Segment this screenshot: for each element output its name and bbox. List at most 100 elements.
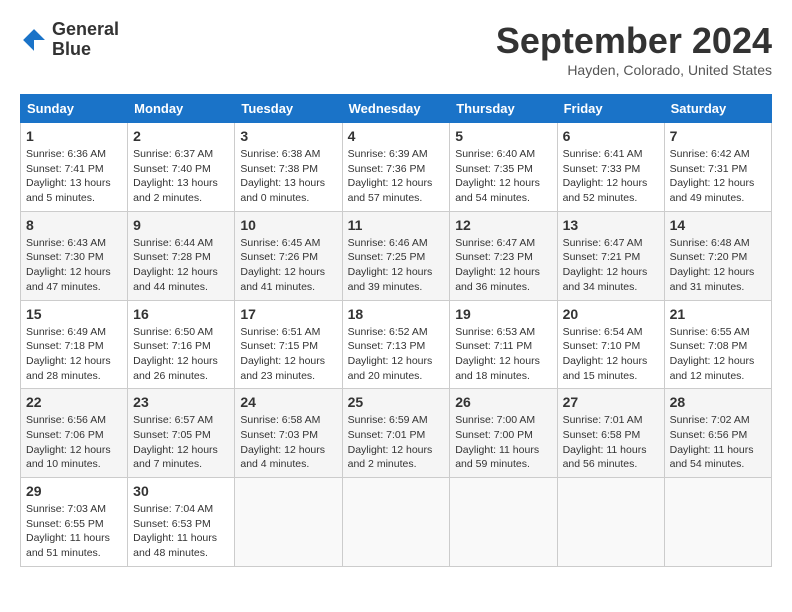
day-number: 10 (240, 217, 336, 233)
day-info: Sunrise: 6:47 AMSunset: 7:21 PMDaylight:… (563, 236, 659, 295)
day-number: 23 (133, 394, 229, 410)
calendar-cell: 10 Sunrise: 6:45 AMSunset: 7:26 PMDayligh… (235, 211, 342, 300)
day-number: 15 (26, 306, 122, 322)
day-info: Sunrise: 6:44 AMSunset: 7:28 PMDaylight:… (133, 236, 229, 295)
calendar-header-thursday: Thursday (450, 95, 557, 123)
calendar-cell (342, 478, 450, 567)
calendar-week-row: 22 Sunrise: 6:56 AMSunset: 7:06 PMDayligh… (21, 389, 772, 478)
calendar-cell: 25 Sunrise: 6:59 AMSunset: 7:01 PMDayligh… (342, 389, 450, 478)
day-number: 20 (563, 306, 659, 322)
day-info: Sunrise: 6:39 AMSunset: 7:36 PMDaylight:… (348, 147, 445, 206)
calendar-cell: 3 Sunrise: 6:38 AMSunset: 7:38 PMDaylight… (235, 123, 342, 212)
day-info: Sunrise: 6:45 AMSunset: 7:26 PMDaylight:… (240, 236, 336, 295)
day-info: Sunrise: 7:04 AMSunset: 6:53 PMDaylight:… (133, 502, 229, 561)
calendar-cell: 8Sunrise: 6:43 AMSunset: 7:30 PMDaylight… (21, 211, 128, 300)
day-number: 28 (670, 394, 766, 410)
calendar-cell: 26 Sunrise: 7:00 AMSunset: 7:00 PMDayligh… (450, 389, 557, 478)
day-info: Sunrise: 6:46 AMSunset: 7:25 PMDaylight:… (348, 236, 445, 295)
day-number: 5 (455, 128, 551, 144)
day-number: 3 (240, 128, 336, 144)
logo-text: General Blue (52, 20, 119, 60)
logo: General Blue (20, 20, 119, 60)
calendar-week-row: 15 Sunrise: 6:49 AMSunset: 7:18 PMDayligh… (21, 300, 772, 389)
day-info: Sunrise: 6:57 AMSunset: 7:05 PMDaylight:… (133, 413, 229, 472)
day-number: 11 (348, 217, 445, 233)
calendar-cell: 21 Sunrise: 6:55 AMSunset: 7:08 PMDayligh… (664, 300, 771, 389)
day-info: Sunrise: 6:42 AMSunset: 7:31 PMDaylight:… (670, 147, 766, 206)
day-number: 2 (133, 128, 229, 144)
calendar-cell: 18Sunrise: 6:52 AMSunset: 7:13 PMDayligh… (342, 300, 450, 389)
day-number: 21 (670, 306, 766, 322)
day-number: 27 (563, 394, 659, 410)
day-number: 30 (133, 483, 229, 499)
title-block: September 2024 Hayden, Colorado, United … (496, 20, 772, 78)
calendar-cell: 7 Sunrise: 6:42 AMSunset: 7:31 PMDaylight… (664, 123, 771, 212)
day-info: Sunrise: 6:48 AMSunset: 7:20 PMDaylight:… (670, 236, 766, 295)
day-info: Sunrise: 6:36 AMSunset: 7:41 PMDaylight:… (26, 147, 122, 206)
calendar-cell: 17 Sunrise: 6:51 AMSunset: 7:15 PMDayligh… (235, 300, 342, 389)
calendar-cell: 29 Sunrise: 7:03 AMSunset: 6:55 PMDayligh… (21, 478, 128, 567)
calendar-header-row: SundayMondayTuesdayWednesdayThursdayFrid… (21, 95, 772, 123)
logo-icon (20, 26, 48, 54)
calendar-cell (450, 478, 557, 567)
day-info: Sunrise: 6:41 AMSunset: 7:33 PMDaylight:… (563, 147, 659, 206)
day-info: Sunrise: 7:00 AMSunset: 7:00 PMDaylight:… (455, 413, 551, 472)
calendar-cell (235, 478, 342, 567)
day-info: Sunrise: 6:37 AMSunset: 7:40 PMDaylight:… (133, 147, 229, 206)
day-info: Sunrise: 6:55 AMSunset: 7:08 PMDaylight:… (670, 325, 766, 384)
calendar-cell: 6Sunrise: 6:41 AMSunset: 7:33 PMDaylight… (557, 123, 664, 212)
calendar-header-sunday: Sunday (21, 95, 128, 123)
calendar-cell: 16 Sunrise: 6:50 AMSunset: 7:16 PMDayligh… (128, 300, 235, 389)
calendar-cell: 22 Sunrise: 6:56 AMSunset: 7:06 PMDayligh… (21, 389, 128, 478)
calendar-cell: 11 Sunrise: 6:46 AMSunset: 7:25 PMDayligh… (342, 211, 450, 300)
day-number: 22 (26, 394, 122, 410)
calendar: SundayMondayTuesdayWednesdayThursdayFrid… (20, 94, 772, 567)
calendar-header-wednesday: Wednesday (342, 95, 450, 123)
calendar-cell (664, 478, 771, 567)
day-number: 24 (240, 394, 336, 410)
calendar-cell: 23 Sunrise: 6:57 AMSunset: 7:05 PMDayligh… (128, 389, 235, 478)
day-number: 1 (26, 128, 122, 144)
day-info: Sunrise: 6:49 AMSunset: 7:18 PMDaylight:… (26, 325, 122, 384)
calendar-cell: 2 Sunrise: 6:37 AMSunset: 7:40 PMDaylight… (128, 123, 235, 212)
day-number: 7 (670, 128, 766, 144)
day-info: Sunrise: 6:54 AMSunset: 7:10 PMDaylight:… (563, 325, 659, 384)
day-number: 9 (133, 217, 229, 233)
day-number: 19 (455, 306, 551, 322)
calendar-cell: 4 Sunrise: 6:39 AMSunset: 7:36 PMDaylight… (342, 123, 450, 212)
day-number: 18 (348, 306, 445, 322)
calendar-cell: 15 Sunrise: 6:49 AMSunset: 7:18 PMDayligh… (21, 300, 128, 389)
location: Hayden, Colorado, United States (496, 62, 772, 78)
calendar-cell: 1 Sunrise: 6:36 AMSunset: 7:41 PMDaylight… (21, 123, 128, 212)
day-info: Sunrise: 6:38 AMSunset: 7:38 PMDaylight:… (240, 147, 336, 206)
day-info: Sunrise: 6:51 AMSunset: 7:15 PMDaylight:… (240, 325, 336, 384)
day-number: 16 (133, 306, 229, 322)
calendar-cell: 14 Sunrise: 6:48 AMSunset: 7:20 PMDayligh… (664, 211, 771, 300)
day-info: Sunrise: 6:56 AMSunset: 7:06 PMDaylight:… (26, 413, 122, 472)
day-info: Sunrise: 7:02 AMSunset: 6:56 PMDaylight:… (670, 413, 766, 472)
calendar-header-friday: Friday (557, 95, 664, 123)
day-info: Sunrise: 6:53 AMSunset: 7:11 PMDaylight:… (455, 325, 551, 384)
calendar-cell: 28 Sunrise: 7:02 AMSunset: 6:56 PMDayligh… (664, 389, 771, 478)
day-number: 26 (455, 394, 551, 410)
day-number: 4 (348, 128, 445, 144)
day-info: Sunrise: 6:59 AMSunset: 7:01 PMDaylight:… (348, 413, 445, 472)
day-number: 29 (26, 483, 122, 499)
calendar-cell: 9 Sunrise: 6:44 AMSunset: 7:28 PMDaylight… (128, 211, 235, 300)
calendar-cell: 20 Sunrise: 6:54 AMSunset: 7:10 PMDayligh… (557, 300, 664, 389)
day-number: 25 (348, 394, 445, 410)
day-info: Sunrise: 6:43 AMSunset: 7:30 PMDaylight:… (26, 236, 122, 295)
calendar-week-row: 8Sunrise: 6:43 AMSunset: 7:30 PMDaylight… (21, 211, 772, 300)
calendar-header-saturday: Saturday (664, 95, 771, 123)
calendar-cell: 24 Sunrise: 6:58 AMSunset: 7:03 PMDayligh… (235, 389, 342, 478)
day-number: 13 (563, 217, 659, 233)
calendar-cell: 27Sunrise: 7:01 AMSunset: 6:58 PMDayligh… (557, 389, 664, 478)
day-info: Sunrise: 7:03 AMSunset: 6:55 PMDaylight:… (26, 502, 122, 561)
day-number: 17 (240, 306, 336, 322)
day-info: Sunrise: 6:50 AMSunset: 7:16 PMDaylight:… (133, 325, 229, 384)
day-number: 12 (455, 217, 551, 233)
day-number: 14 (670, 217, 766, 233)
calendar-cell (557, 478, 664, 567)
day-info: Sunrise: 6:58 AMSunset: 7:03 PMDaylight:… (240, 413, 336, 472)
calendar-header-monday: Monday (128, 95, 235, 123)
